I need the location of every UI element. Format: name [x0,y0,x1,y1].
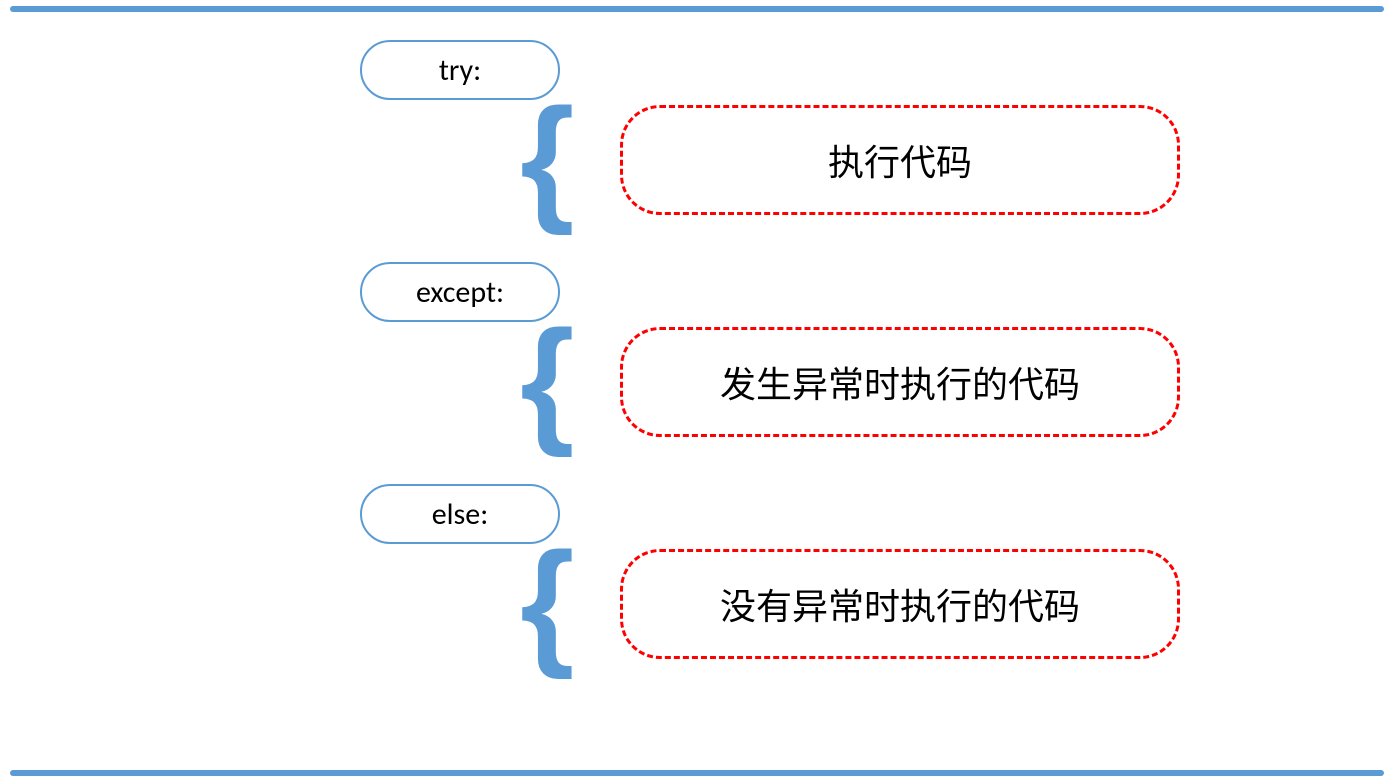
brace-icon: { [520,532,574,672]
try-label: try: [439,52,481,89]
except-body-box: 发生异常时执行的代码 [620,327,1180,437]
brace-icon: { [520,88,574,228]
bottom-divider [10,770,1384,776]
else-label: else: [432,496,489,533]
top-divider [10,6,1384,12]
else-body-box: 没有异常时执行的代码 [620,549,1180,659]
brace-icon: { [520,310,574,450]
except-label: except: [416,274,504,311]
except-body-text: 发生异常时执行的代码 [720,356,1080,408]
else-body-text: 没有异常时执行的代码 [720,578,1080,630]
try-body-box: 执行代码 [620,105,1180,215]
try-body-text: 执行代码 [828,134,972,186]
